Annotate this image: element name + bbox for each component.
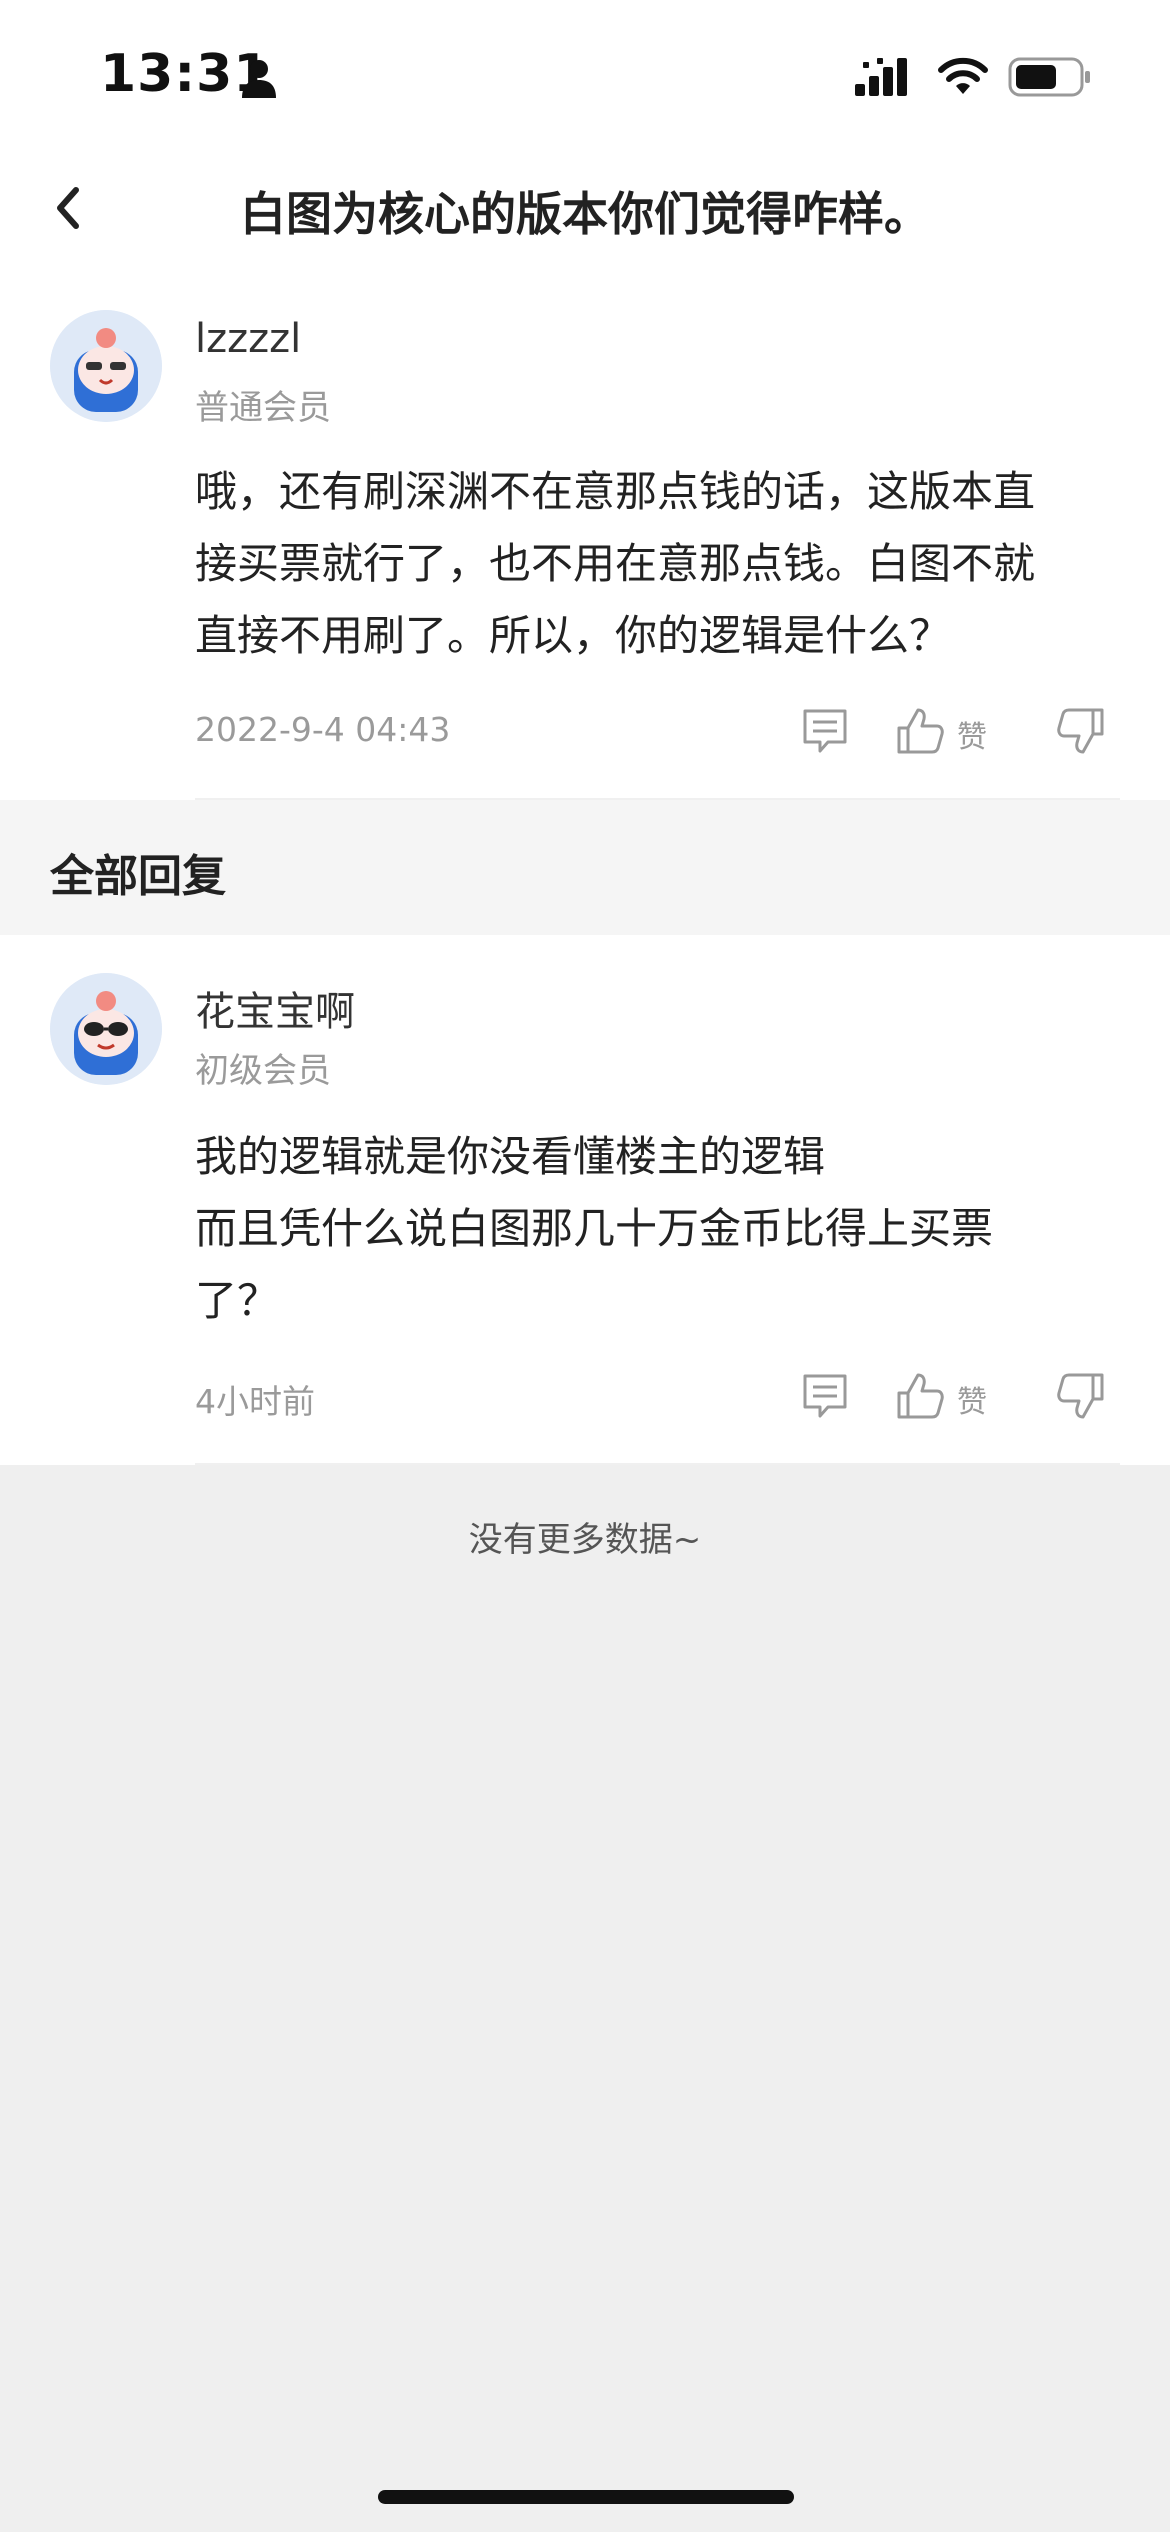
like-button[interactable]: 赞 [895, 706, 1015, 762]
thumbs-down-icon[interactable] [1056, 1371, 1106, 1421]
post-content: 哦，还有刷深渊不在意那点钱的话，这版本直 接买票就行了，也不用在意那点钱。白图不… [195, 456, 1115, 672]
status-bar: 13:31 [0, 0, 1170, 150]
page: 13:31 白图为核心的版本你们觉得咋样。 lzzzzl 普通会员 哦，还有刷深… [0, 0, 1170, 2532]
reply-content-line: 而且凭什么说白图那几十万金币比得上买票 [195, 1204, 994, 1253]
reply-content-line: 了？ [195, 1276, 280, 1325]
post-member-level: 普通会员 [195, 388, 331, 428]
reply-member-level: 初级会员 [195, 1051, 331, 1091]
wifi-icon [938, 57, 988, 94]
comment-icon[interactable] [800, 706, 850, 756]
avatar-mascot-icon [50, 310, 162, 422]
section-title: 全部回复 [50, 851, 226, 902]
nav-bar: 白图为核心的版本你们觉得咋样。 [0, 150, 1170, 270]
thumbs-up-icon [897, 1373, 944, 1419]
post-content-line: 直接不用刷了。所以，你的逻辑是什么？ [195, 611, 952, 660]
post-username[interactable]: lzzzzl [195, 316, 301, 362]
reply-item: 花宝宝啊 初级会员 我的逻辑就是你没看懂楼主的逻辑 而且凭什么说白图那几十万金币… [0, 935, 1170, 1465]
avatar-mascot-icon [50, 973, 162, 1085]
reply-content-line: 我的逻辑就是你没看懂楼主的逻辑 [195, 1132, 826, 1181]
signal-icon [855, 58, 907, 96]
replies-section-header: 全部回复 [0, 800, 1170, 935]
thumbs-up-icon [897, 708, 944, 754]
reply-content: 我的逻辑就是你没看懂楼主的逻辑 而且凭什么说白图那几十万金币比得上买票 了？ [195, 1121, 1115, 1337]
reply-time: 4小时前 [195, 1382, 315, 1421]
like-button[interactable]: 赞 [895, 1371, 1015, 1427]
like-label: 赞 [957, 720, 987, 755]
reply-username[interactable]: 花宝宝啊 [195, 979, 355, 1037]
no-more-data-text: 没有更多数据~ [468, 1520, 702, 1560]
divider [195, 1463, 1120, 1465]
battery-icon [1008, 57, 1090, 97]
comment-icon[interactable] [800, 1371, 850, 1421]
avatar[interactable] [50, 973, 162, 1085]
back-icon[interactable] [46, 178, 94, 238]
post-content-line: 接买票就行了，也不用在意那点钱。白图不就 [195, 539, 1036, 588]
thumbs-down-icon[interactable] [1056, 706, 1106, 756]
post-time: 2022-9-4 04:43 [195, 710, 451, 749]
avatar[interactable] [50, 310, 162, 422]
like-label: 赞 [957, 1385, 987, 1420]
page-title: 白图为核心的版本你们觉得咋样。 [240, 187, 930, 241]
original-post: lzzzzl 普通会员 哦，还有刷深渊不在意那点钱的话，这版本直 接买票就行了，… [0, 270, 1170, 800]
home-indicator[interactable] [378, 2490, 794, 2504]
person-icon [242, 60, 276, 98]
post-content-line: 哦，还有刷深渊不在意那点钱的话，这版本直 [195, 467, 1036, 516]
